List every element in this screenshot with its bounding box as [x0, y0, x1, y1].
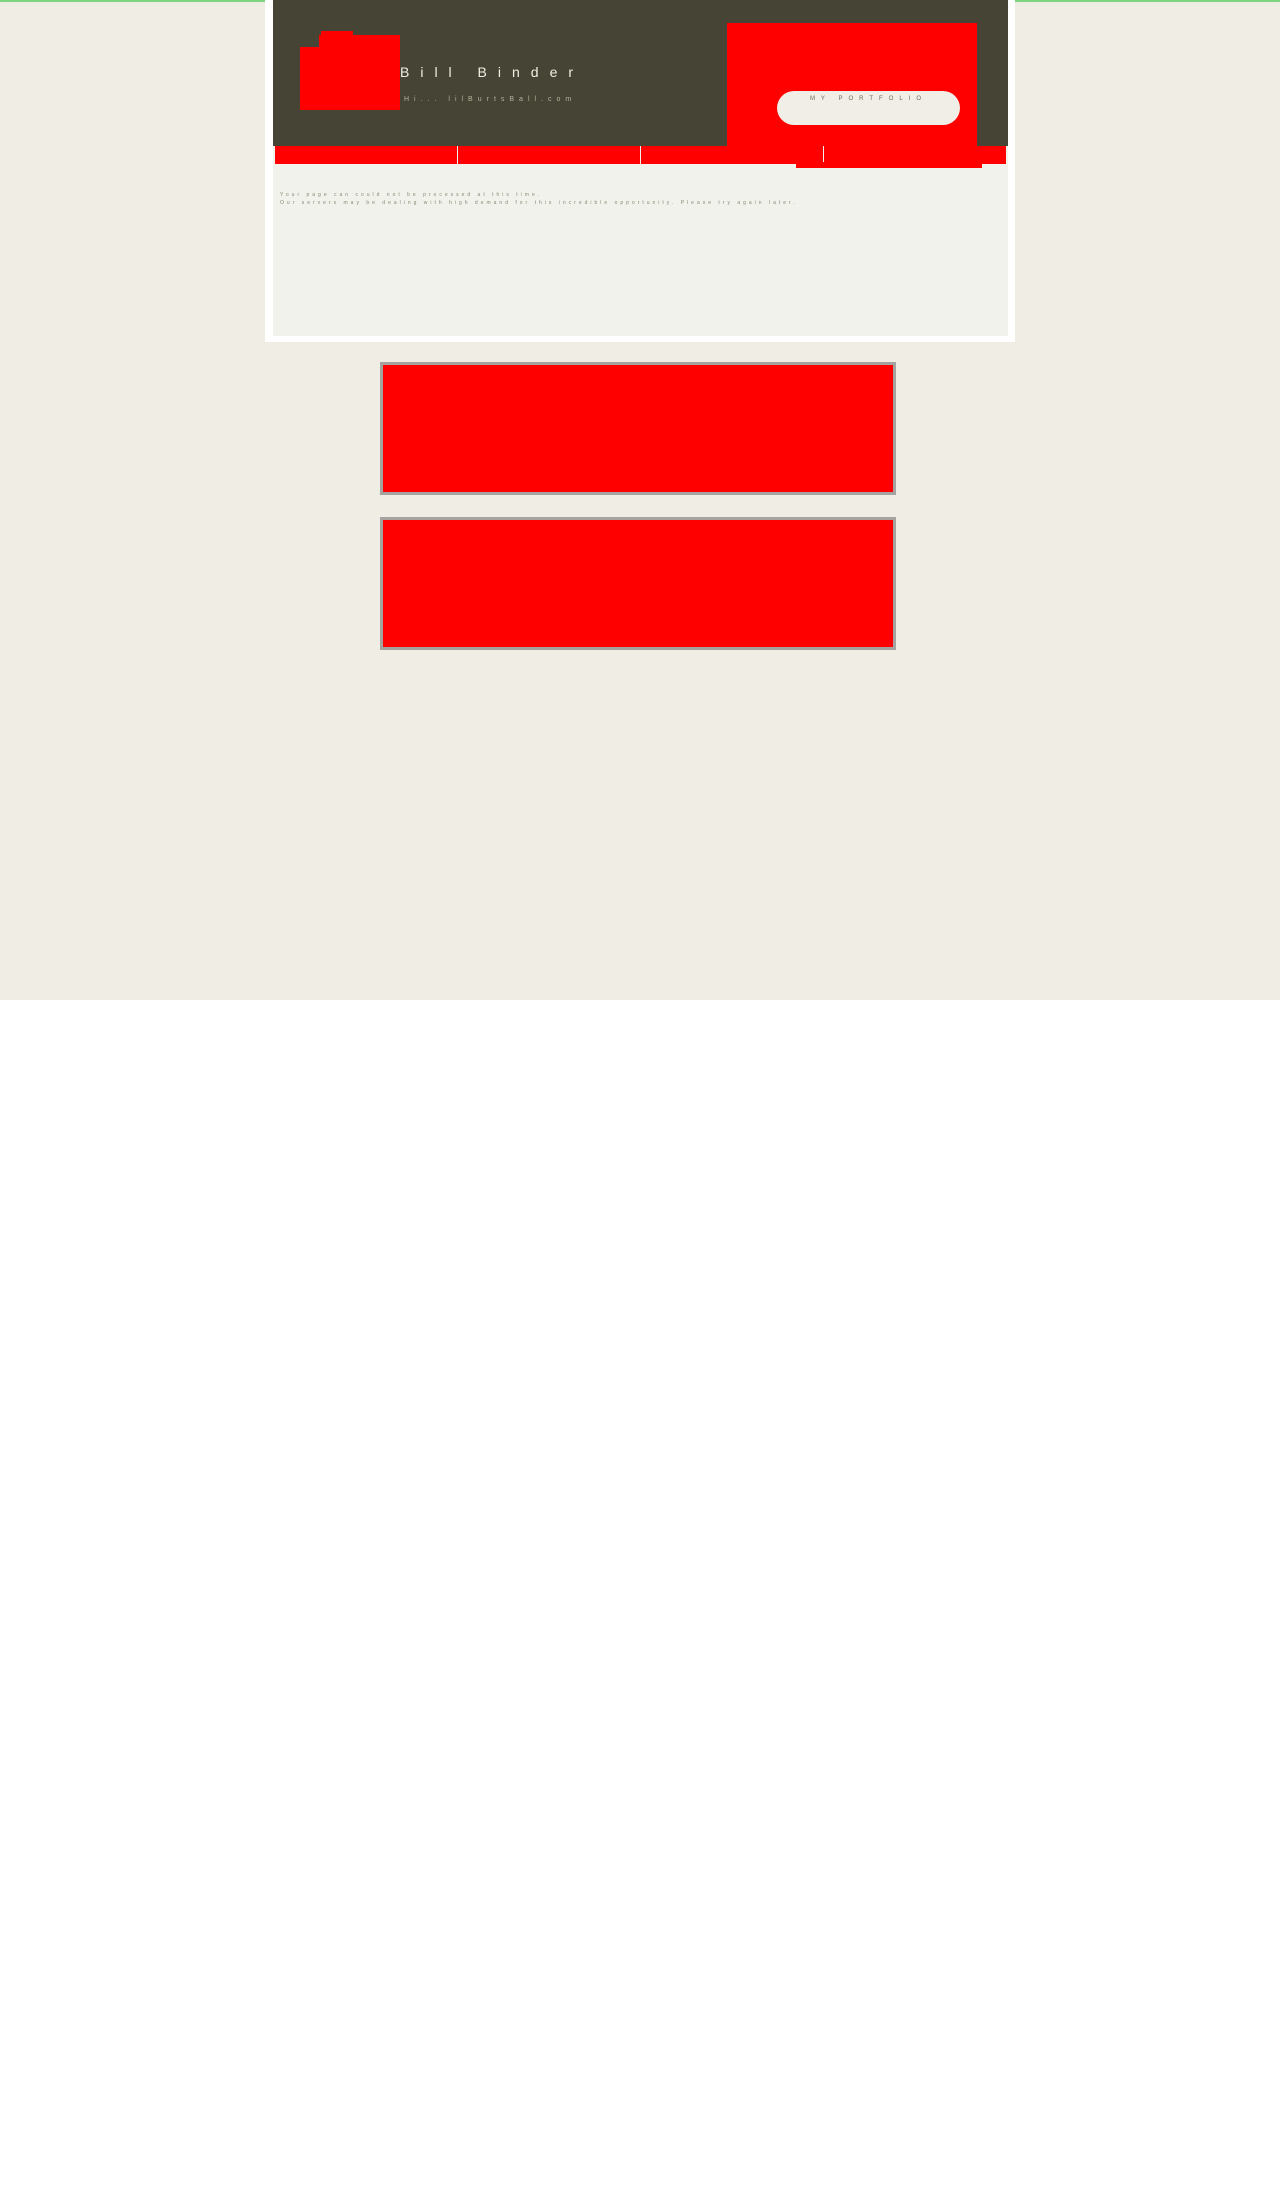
logo-block-tab: [321, 31, 353, 39]
portfolio-button[interactable]: MY PORTFOLIO: [777, 91, 960, 125]
ad-banner-1[interactable]: [380, 362, 896, 495]
header-promo-block: [727, 23, 977, 146]
error-notice-line-1: Your page can could not be processed at …: [280, 192, 543, 198]
portfolio-button-label: MY PORTFOLIO: [809, 96, 928, 102]
nav-active-indicator: [796, 162, 982, 168]
ad-banner-2[interactable]: [380, 517, 896, 650]
nav-item-1[interactable]: [275, 146, 458, 164]
site-subtitle: Hi... lilBurtsBall.com: [404, 96, 577, 103]
logo-block-main: [300, 47, 400, 110]
nav-item-2[interactable]: [458, 146, 641, 164]
main-content-panel: [273, 146, 1008, 336]
error-notice-line-2: Our servers may be dealing with high dem…: [280, 200, 798, 206]
error-notice: Your page can could not be processed at …: [280, 191, 798, 207]
site-title: Bill Binder: [400, 64, 585, 80]
